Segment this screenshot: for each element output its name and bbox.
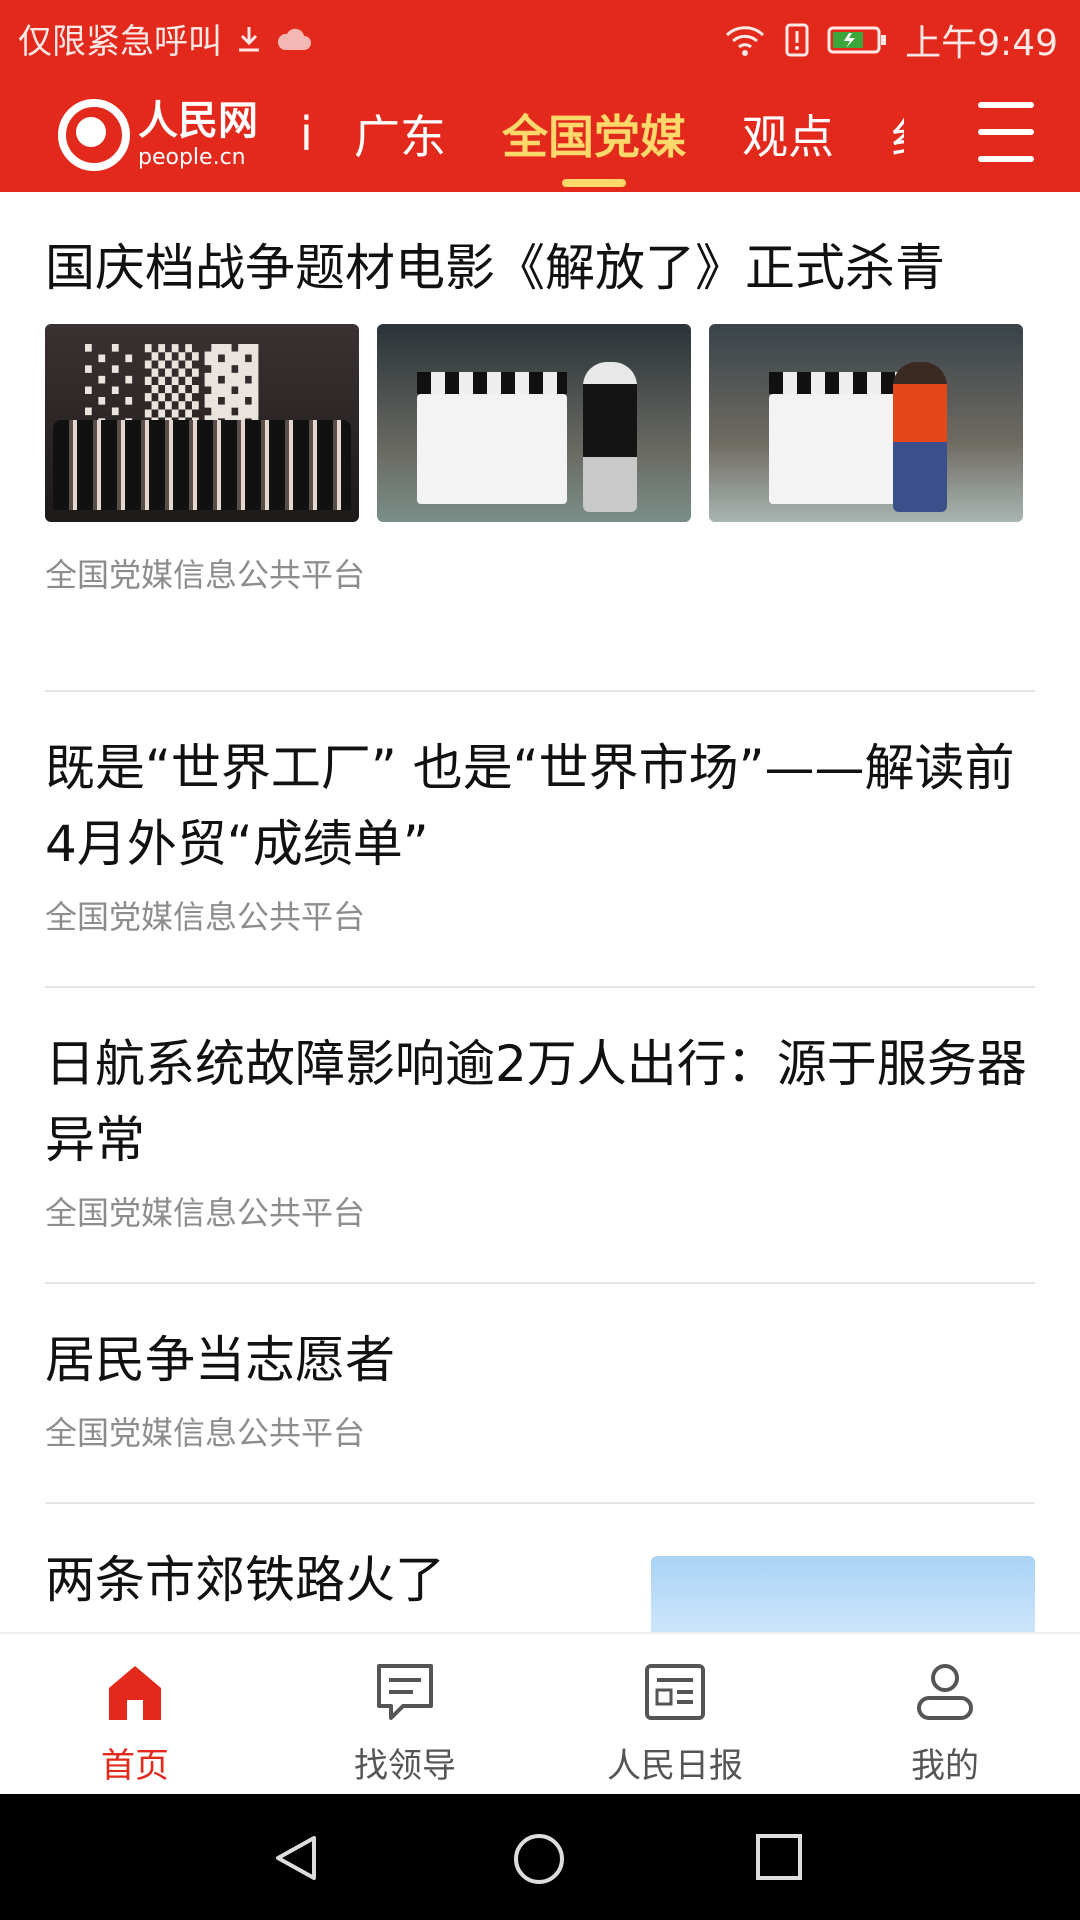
newspaper-icon bbox=[643, 1660, 707, 1724]
news-item[interactable]: 日航系统故障影响逾2万人出行：源于服务器异常 全国党媒信息公共平台 bbox=[45, 988, 1035, 1284]
news-item[interactable]: 两条市郊铁路火了 bbox=[45, 1504, 1035, 1632]
logo-text-cn: 人民网 bbox=[138, 98, 258, 144]
user-icon bbox=[913, 1660, 977, 1724]
message-icon bbox=[373, 1660, 437, 1724]
news-source: 全国党媒信息公共平台 bbox=[45, 556, 366, 594]
bottom-tab-label: 找领导 bbox=[354, 1746, 456, 1786]
home-circle-icon[interactable] bbox=[512, 1832, 566, 1890]
tab-national-party-media[interactable]: 全国党媒 bbox=[502, 101, 686, 167]
clock: 上午9:49 bbox=[905, 23, 1058, 64]
news-item[interactable]: 居民争当志愿者 全国党媒信息公共平台 bbox=[45, 1284, 1035, 1504]
poster-title-graphic: ░▒▓ bbox=[85, 344, 265, 426]
bottom-tab-peoples-daily[interactable]: 人民日报 bbox=[575, 1660, 775, 1787]
channel-nav: 人民网 people.cn i 广东 全国党媒 观点 纟 bbox=[0, 76, 1080, 192]
bottom-tab-label: 我的 bbox=[911, 1746, 979, 1786]
bottom-tab-label: 人民日报 bbox=[607, 1746, 743, 1786]
news-image-clapperboard-man[interactable] bbox=[377, 324, 691, 522]
channel-tabs: i 广东 全国党媒 观点 纟 bbox=[300, 76, 944, 192]
app-logo[interactable]: 人民网 people.cn bbox=[58, 90, 258, 180]
back-icon[interactable] bbox=[270, 1832, 322, 1888]
news-image-group-photo[interactable]: ░▒▓ bbox=[45, 324, 359, 522]
news-title[interactable]: 居民争当志愿者 bbox=[45, 1322, 1035, 1398]
wifi-icon bbox=[723, 23, 767, 57]
news-thumbnail[interactable] bbox=[651, 1556, 1035, 1632]
status-left: 仅限紧急呼叫 bbox=[18, 14, 312, 63]
news-source: 全国党媒信息公共平台 bbox=[45, 1414, 366, 1452]
tab-partial-left[interactable]: i bbox=[300, 107, 314, 161]
crowd-graphic bbox=[53, 420, 351, 510]
menu-icon[interactable] bbox=[978, 102, 1034, 162]
bottom-tab-me[interactable]: 我的 bbox=[845, 1660, 1045, 1787]
tab-guangdong[interactable]: 广东 bbox=[354, 101, 446, 167]
bottom-tab-find-leader[interactable]: 找领导 bbox=[305, 1660, 505, 1787]
news-source: 全国党媒信息公共平台 bbox=[45, 898, 366, 936]
person-graphic bbox=[583, 362, 637, 512]
news-title[interactable]: 国庆档战争题材电影《解放了》正式杀青 bbox=[45, 230, 985, 306]
news-item[interactable]: 国庆档战争题材电影《解放了》正式杀青 ░▒▓ 全国党媒信息公共平台 bbox=[45, 192, 1035, 692]
system-nav-bar bbox=[0, 1794, 1080, 1920]
cloud-icon bbox=[276, 26, 312, 52]
status-bar: 仅限紧急呼叫 上午9:49 bbox=[0, 0, 1080, 76]
logo-mark-icon bbox=[58, 99, 130, 171]
news-image-clapperboard-woman[interactable] bbox=[709, 324, 1023, 522]
status-right: 上午9:49 bbox=[723, 14, 1058, 66]
app-header: 仅限紧急呼叫 上午9:49 人民网 people.cn i 广东 全国党媒 观点 bbox=[0, 0, 1080, 192]
battery-icon bbox=[827, 25, 887, 55]
clapperboard-graphic bbox=[417, 372, 567, 504]
news-source: 全国党媒信息公共平台 bbox=[45, 1194, 366, 1232]
tab-partial-right[interactable]: 纟 bbox=[890, 101, 904, 167]
alert-icon bbox=[785, 23, 809, 57]
recents-icon[interactable] bbox=[754, 1832, 804, 1886]
bottom-tab-label: 首页 bbox=[101, 1746, 169, 1786]
bottom-tab-home[interactable]: 首页 bbox=[35, 1660, 235, 1787]
emergency-call-text: 仅限紧急呼叫 bbox=[18, 22, 222, 62]
bottom-tab-bar: 首页 找领导 人民日报 我的 bbox=[0, 1632, 1080, 1796]
news-item[interactable]: 既是“世界工厂” 也是“世界市场”——解读前4月外贸“成绩单” 全国党媒信息公共… bbox=[45, 692, 1035, 988]
news-title[interactable]: 既是“世界工厂” 也是“世界市场”——解读前4月外贸“成绩单” bbox=[45, 730, 1035, 882]
person-graphic bbox=[893, 362, 947, 512]
home-icon bbox=[103, 1660, 167, 1724]
news-feed: 国庆档战争题材电影《解放了》正式杀青 ░▒▓ 全国党媒信息公共平台 既是“世界工… bbox=[0, 192, 1080, 1632]
news-title[interactable]: 两条市郊铁路火了 bbox=[45, 1542, 605, 1618]
logo-text-en: people.cn bbox=[138, 145, 246, 170]
news-title[interactable]: 日航系统故障影响逾2万人出行：源于服务器异常 bbox=[45, 1026, 1035, 1178]
tab-opinion[interactable]: 观点 bbox=[742, 101, 834, 167]
download-icon bbox=[234, 24, 264, 54]
news-image-row: ░▒▓ bbox=[45, 324, 1035, 522]
